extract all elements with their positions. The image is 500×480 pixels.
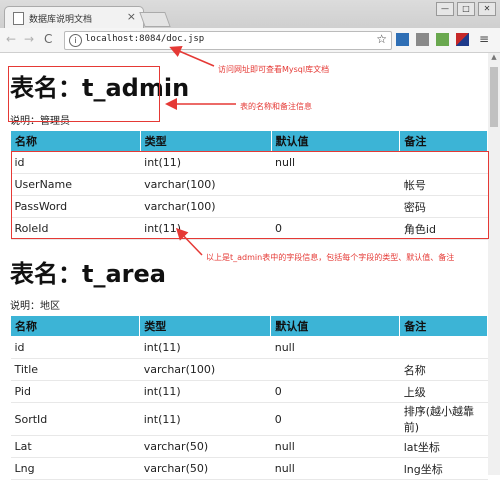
cell-type: int(11) [139,402,271,436]
cell-remark: lng坐标 [399,457,488,480]
cell-default: null [270,457,400,480]
table-row: Pid int(11) 0 上级 [10,380,488,403]
extension-icon-1[interactable] [396,33,409,46]
column-header-name: 名称 [10,130,141,152]
title-highlight-box [8,66,160,122]
url-text[interactable]: localhost:8084/doc.jsp [85,34,204,44]
extension-icon-4[interactable] [456,33,469,46]
cell-name: Lng [10,457,140,480]
cell-default: null [270,435,400,458]
title-annotation: 表的名称和备注信息 [240,102,312,111]
fields-table-t-area: 名称 类型 默认值 备注 id int(11) null Title varch… [9,315,488,480]
cell-name: Pid [10,380,140,403]
maximize-button[interactable]: □ [457,2,475,16]
cell-type: varchar(50) [139,457,271,480]
table-row: Lng varchar(50) null lng坐标 [10,457,488,480]
column-header-type: 类型 [139,315,272,337]
scrollbar-thumb[interactable] [490,67,498,127]
reload-button[interactable]: C [44,32,52,46]
cell-default: 0 [270,380,400,403]
menu-icon[interactable]: ≡ [478,33,490,46]
tab-close-icon[interactable]: × [127,10,136,23]
column-header-type: 类型 [139,130,272,152]
address-bar[interactable]: i localhost:8084/doc.jsp ☆ [64,31,392,50]
cell-type: int(11) [139,336,271,359]
table-title-t-area: 表名：t_area [10,260,166,288]
cell-remark [399,336,488,359]
forward-button[interactable]: → [24,32,34,46]
column-header-remark: 备注 [399,315,488,337]
fields-annotation: 以上是t_admin表中的字段信息，包括每个字段的类型、默认值、备注 [206,253,455,262]
vertical-scrollbar[interactable]: ▲ [488,53,500,475]
cell-remark: 名称 [399,358,488,381]
column-header-name: 名称 [9,315,141,337]
table-row: id int(11) null [10,336,488,359]
cell-remark: 上级 [399,380,488,403]
table-row: SortId int(11) 0 排序(越小越靠前) [10,402,488,436]
new-tab-button[interactable] [139,12,171,27]
table-row: Title varchar(100) 名称 [10,358,488,381]
cell-default [270,358,400,381]
document-icon [13,12,24,25]
cell-default: 0 [270,402,400,436]
browser-toolbar: ← → C i localhost:8084/doc.jsp ☆ ≡ [0,28,500,53]
url-annotation: 访问网址即可查看Mysql库文档 [218,65,330,74]
window-titlebar: 数据库说明文档 × — □ ✕ [0,0,500,29]
browser-tab[interactable]: 数据库说明文档 × [4,6,144,29]
extension-icon-3[interactable] [436,33,449,46]
table-row: Lat varchar(50) null lat坐标 [10,435,488,458]
window-controls: — □ ✕ [436,2,496,16]
close-window-button[interactable]: ✕ [478,2,496,16]
fields-highlight-box [11,151,489,239]
cell-remark: lat坐标 [399,435,488,458]
column-header-default: 默认值 [270,315,401,337]
cell-type: varchar(50) [139,435,271,458]
column-header-remark: 备注 [399,130,488,152]
column-header-default: 默认值 [270,130,401,152]
cell-type: int(11) [139,380,271,403]
scroll-up-icon[interactable]: ▲ [488,53,500,63]
minimize-button[interactable]: — [436,2,454,16]
cell-remark: 排序(越小越靠前) [399,402,488,436]
back-button[interactable]: ← [6,32,16,46]
table-desc-t-area: 说明：地区 [10,301,60,312]
extension-icon-2[interactable] [416,33,429,46]
cell-name: Lat [10,435,140,458]
cell-name: id [10,336,140,359]
info-icon[interactable]: i [69,34,82,47]
cell-name: SortId [10,402,140,436]
cell-name: Title [10,358,140,381]
cell-type: varchar(100) [139,358,271,381]
tab-title: 数据库说明文档 [29,15,93,25]
bookmark-star-icon[interactable]: ☆ [376,32,387,46]
cell-default: null [270,336,400,359]
